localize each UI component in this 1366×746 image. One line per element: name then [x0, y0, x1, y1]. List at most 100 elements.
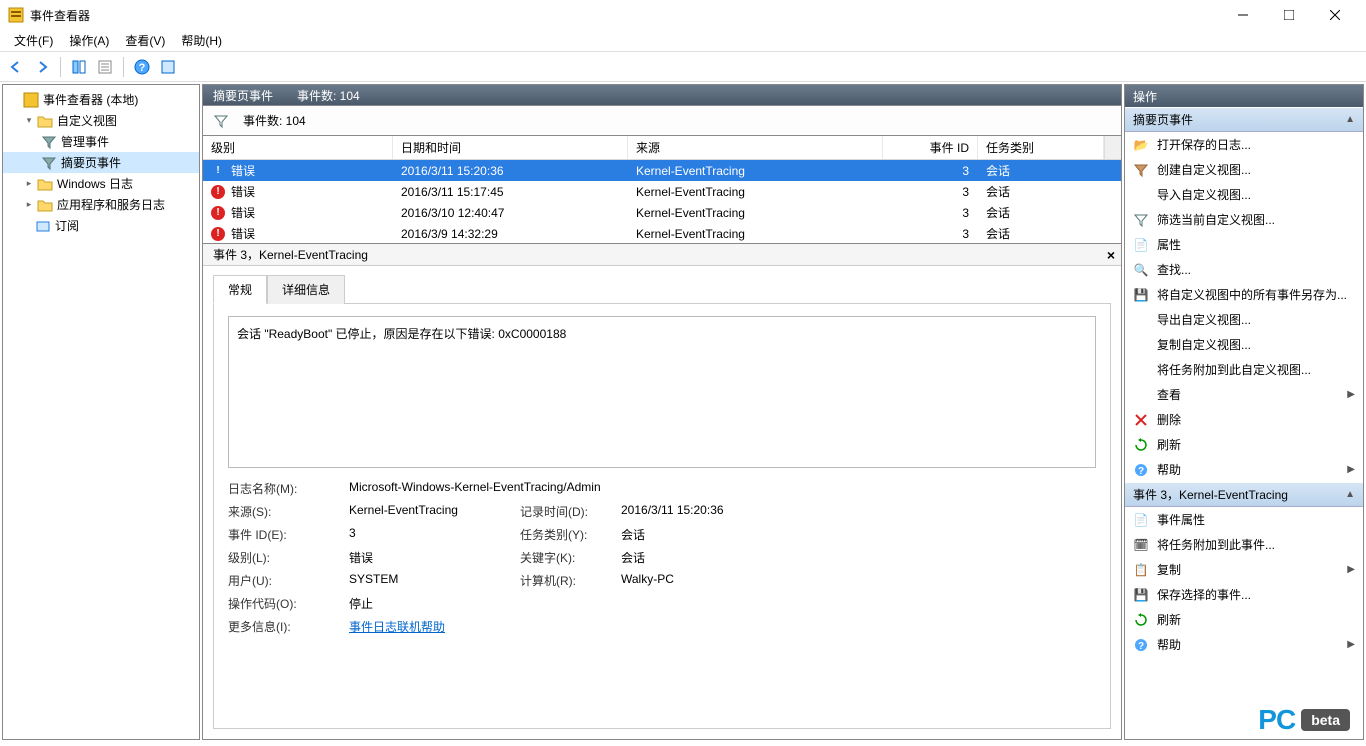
show-hide-tree-button[interactable] [67, 55, 91, 79]
col-level[interactable]: 级别 [203, 136, 393, 159]
action-copy-view[interactable]: 复制自定义视图... [1125, 332, 1363, 357]
tree-custom-views[interactable]: ▾ 自定义视图 [3, 110, 199, 131]
app-icon [8, 7, 24, 23]
cat-label: 任务类别(Y): [520, 526, 615, 543]
watermark: PC beta [1258, 704, 1350, 736]
subscription-icon [35, 218, 51, 234]
collapse-icon[interactable]: ▾ [23, 115, 35, 127]
refresh-icon [1133, 437, 1149, 453]
table-row[interactable]: !错误2016/3/11 15:20:36Kernel-EventTracing… [203, 160, 1121, 181]
action-open-saved[interactable]: 📂打开保存的日志... [1125, 132, 1363, 157]
collapse-icon[interactable]: ▲ [1345, 489, 1355, 500]
col-id[interactable]: 事件 ID [883, 136, 978, 159]
tab-general[interactable]: 常规 [213, 275, 267, 304]
table-row[interactable]: !错误2016/3/10 12:40:47Kernel-EventTracing… [203, 202, 1121, 223]
toolbar-extra-button[interactable] [156, 55, 180, 79]
toolbar-separator [60, 57, 61, 77]
close-icon[interactable]: × [1107, 247, 1115, 263]
menubar: 文件(F) 操作(A) 查看(V) 帮助(H) [0, 30, 1366, 52]
copy-icon [1133, 337, 1149, 353]
kw-value: 会话 [621, 549, 1096, 566]
expand-icon[interactable]: ▸ [23, 178, 35, 190]
table-row[interactable]: !错误2016/3/9 14:32:29Kernel-EventTracing3… [203, 223, 1121, 244]
log-name-label: 日志名称(M): [228, 480, 343, 497]
table-row[interactable]: !错误2016/3/11 15:17:45Kernel-EventTracing… [203, 181, 1121, 202]
tree-root[interactable]: 事件查看器 (本地) [3, 89, 199, 110]
filter-count: 事件数: 104 [243, 112, 306, 129]
action-help-2[interactable]: ?帮助▶ [1125, 632, 1363, 657]
action-delete[interactable]: 删除 [1125, 407, 1363, 432]
id-value: 3 [349, 526, 514, 543]
action-refresh[interactable]: 刷新 [1125, 432, 1363, 457]
save-icon: 💾 [1133, 287, 1149, 303]
action-copy[interactable]: 📋复制▶ [1125, 557, 1363, 582]
navigation-tree[interactable]: 事件查看器 (本地) ▾ 自定义视图 管理事件 摘要页事件 ▸ Windows … [2, 84, 200, 740]
tree-label: 事件查看器 (本地) [43, 91, 138, 108]
menu-action[interactable]: 操作(A) [61, 30, 117, 51]
action-filter-view[interactable]: 筛选当前自定义视图... [1125, 207, 1363, 232]
action-view[interactable]: 查看▶ [1125, 382, 1363, 407]
level-label: 级别(L): [228, 549, 343, 566]
actions-pane: 操作 摘要页事件▲ 📂打开保存的日志... 创建自定义视图... 导入自定义视图… [1124, 84, 1364, 740]
filter-icon [41, 134, 57, 150]
tree-app-logs[interactable]: ▸ 应用程序和服务日志 [3, 194, 199, 215]
action-properties[interactable]: 📄属性 [1125, 232, 1363, 257]
action-refresh-2[interactable]: 刷新 [1125, 607, 1363, 632]
import-icon [1133, 187, 1149, 203]
forward-button[interactable] [30, 55, 54, 79]
action-import-view[interactable]: 导入自定义视图... [1125, 182, 1363, 207]
comp-value: Walky-PC [621, 572, 1096, 589]
expand-icon[interactable]: ▸ [23, 199, 35, 211]
tree-subscriptions[interactable]: 订阅 [3, 215, 199, 236]
tab-details[interactable]: 详细信息 [267, 275, 345, 304]
cat-value: 会话 [621, 526, 1096, 543]
menu-view[interactable]: 查看(V) [117, 30, 173, 51]
col-source[interactable]: 来源 [628, 136, 883, 159]
log-name-value: Microsoft-Windows-Kernel-EventTracing/Ad… [349, 480, 1096, 497]
tree-windows-logs[interactable]: ▸ Windows 日志 [3, 173, 199, 194]
svg-text:?: ? [1138, 641, 1144, 652]
tree-summary-events[interactable]: 摘要页事件 [3, 152, 199, 173]
menu-help[interactable]: 帮助(H) [173, 30, 230, 51]
op-value: 停止 [349, 595, 1096, 612]
action-save-all[interactable]: 💾将自定义视图中的所有事件另存为... [1125, 282, 1363, 307]
col-date[interactable]: 日期和时间 [393, 136, 628, 159]
properties-button[interactable] [93, 55, 117, 79]
scrollbar[interactable] [1104, 136, 1121, 159]
back-button[interactable] [4, 55, 28, 79]
action-find[interactable]: 🔍查找... [1125, 257, 1363, 282]
minimize-button[interactable] [1220, 0, 1266, 30]
toolbar: ? [0, 52, 1366, 82]
event-grid[interactable]: 级别 日期和时间 来源 事件 ID 任务类别 !错误2016/3/11 15:2… [202, 136, 1122, 244]
maximize-button[interactable] [1266, 0, 1312, 30]
action-attach-event[interactable]: 🗓将任务附加到此事件... [1125, 532, 1363, 557]
expand-icon[interactable] [9, 94, 21, 106]
action-export-view[interactable]: 导出自定义视图... [1125, 307, 1363, 332]
more-link[interactable]: 事件日志联机帮助 [349, 618, 1096, 635]
tree-label: 自定义视图 [57, 112, 117, 129]
tree-admin-events[interactable]: 管理事件 [3, 131, 199, 152]
actions-group-event: 事件 3，Kernel-EventTracing▲ [1125, 482, 1363, 507]
close-button[interactable] [1312, 0, 1358, 30]
action-attach-task[interactable]: 将任务附加到此自定义视图... [1125, 357, 1363, 382]
action-create-view[interactable]: 创建自定义视图... [1125, 157, 1363, 182]
col-cat[interactable]: 任务类别 [978, 136, 1104, 159]
content-header: 摘要页事件 事件数: 104 [202, 84, 1122, 106]
action-event-properties[interactable]: 📄事件属性 [1125, 507, 1363, 532]
filter-icon[interactable] [213, 113, 229, 129]
action-help[interactable]: ?帮助▶ [1125, 457, 1363, 482]
action-save-selected[interactable]: 💾保存选择的事件... [1125, 582, 1363, 607]
id-label: 事件 ID(E): [228, 526, 343, 543]
properties-icon: 📄 [1133, 512, 1149, 528]
task-icon [1133, 362, 1149, 378]
error-icon: ! [211, 227, 225, 241]
menu-file[interactable]: 文件(F) [6, 30, 61, 51]
help-button[interactable]: ? [130, 55, 154, 79]
error-icon: ! [211, 206, 225, 220]
event-fields: 日志名称(M): Microsoft-Windows-Kernel-EventT… [228, 480, 1096, 635]
help-icon: ? [1133, 637, 1149, 653]
properties-icon: 📄 [1133, 237, 1149, 253]
source-value: Kernel-EventTracing [349, 503, 514, 520]
collapse-icon[interactable]: ▲ [1345, 114, 1355, 125]
copy-icon: 📋 [1133, 562, 1149, 578]
